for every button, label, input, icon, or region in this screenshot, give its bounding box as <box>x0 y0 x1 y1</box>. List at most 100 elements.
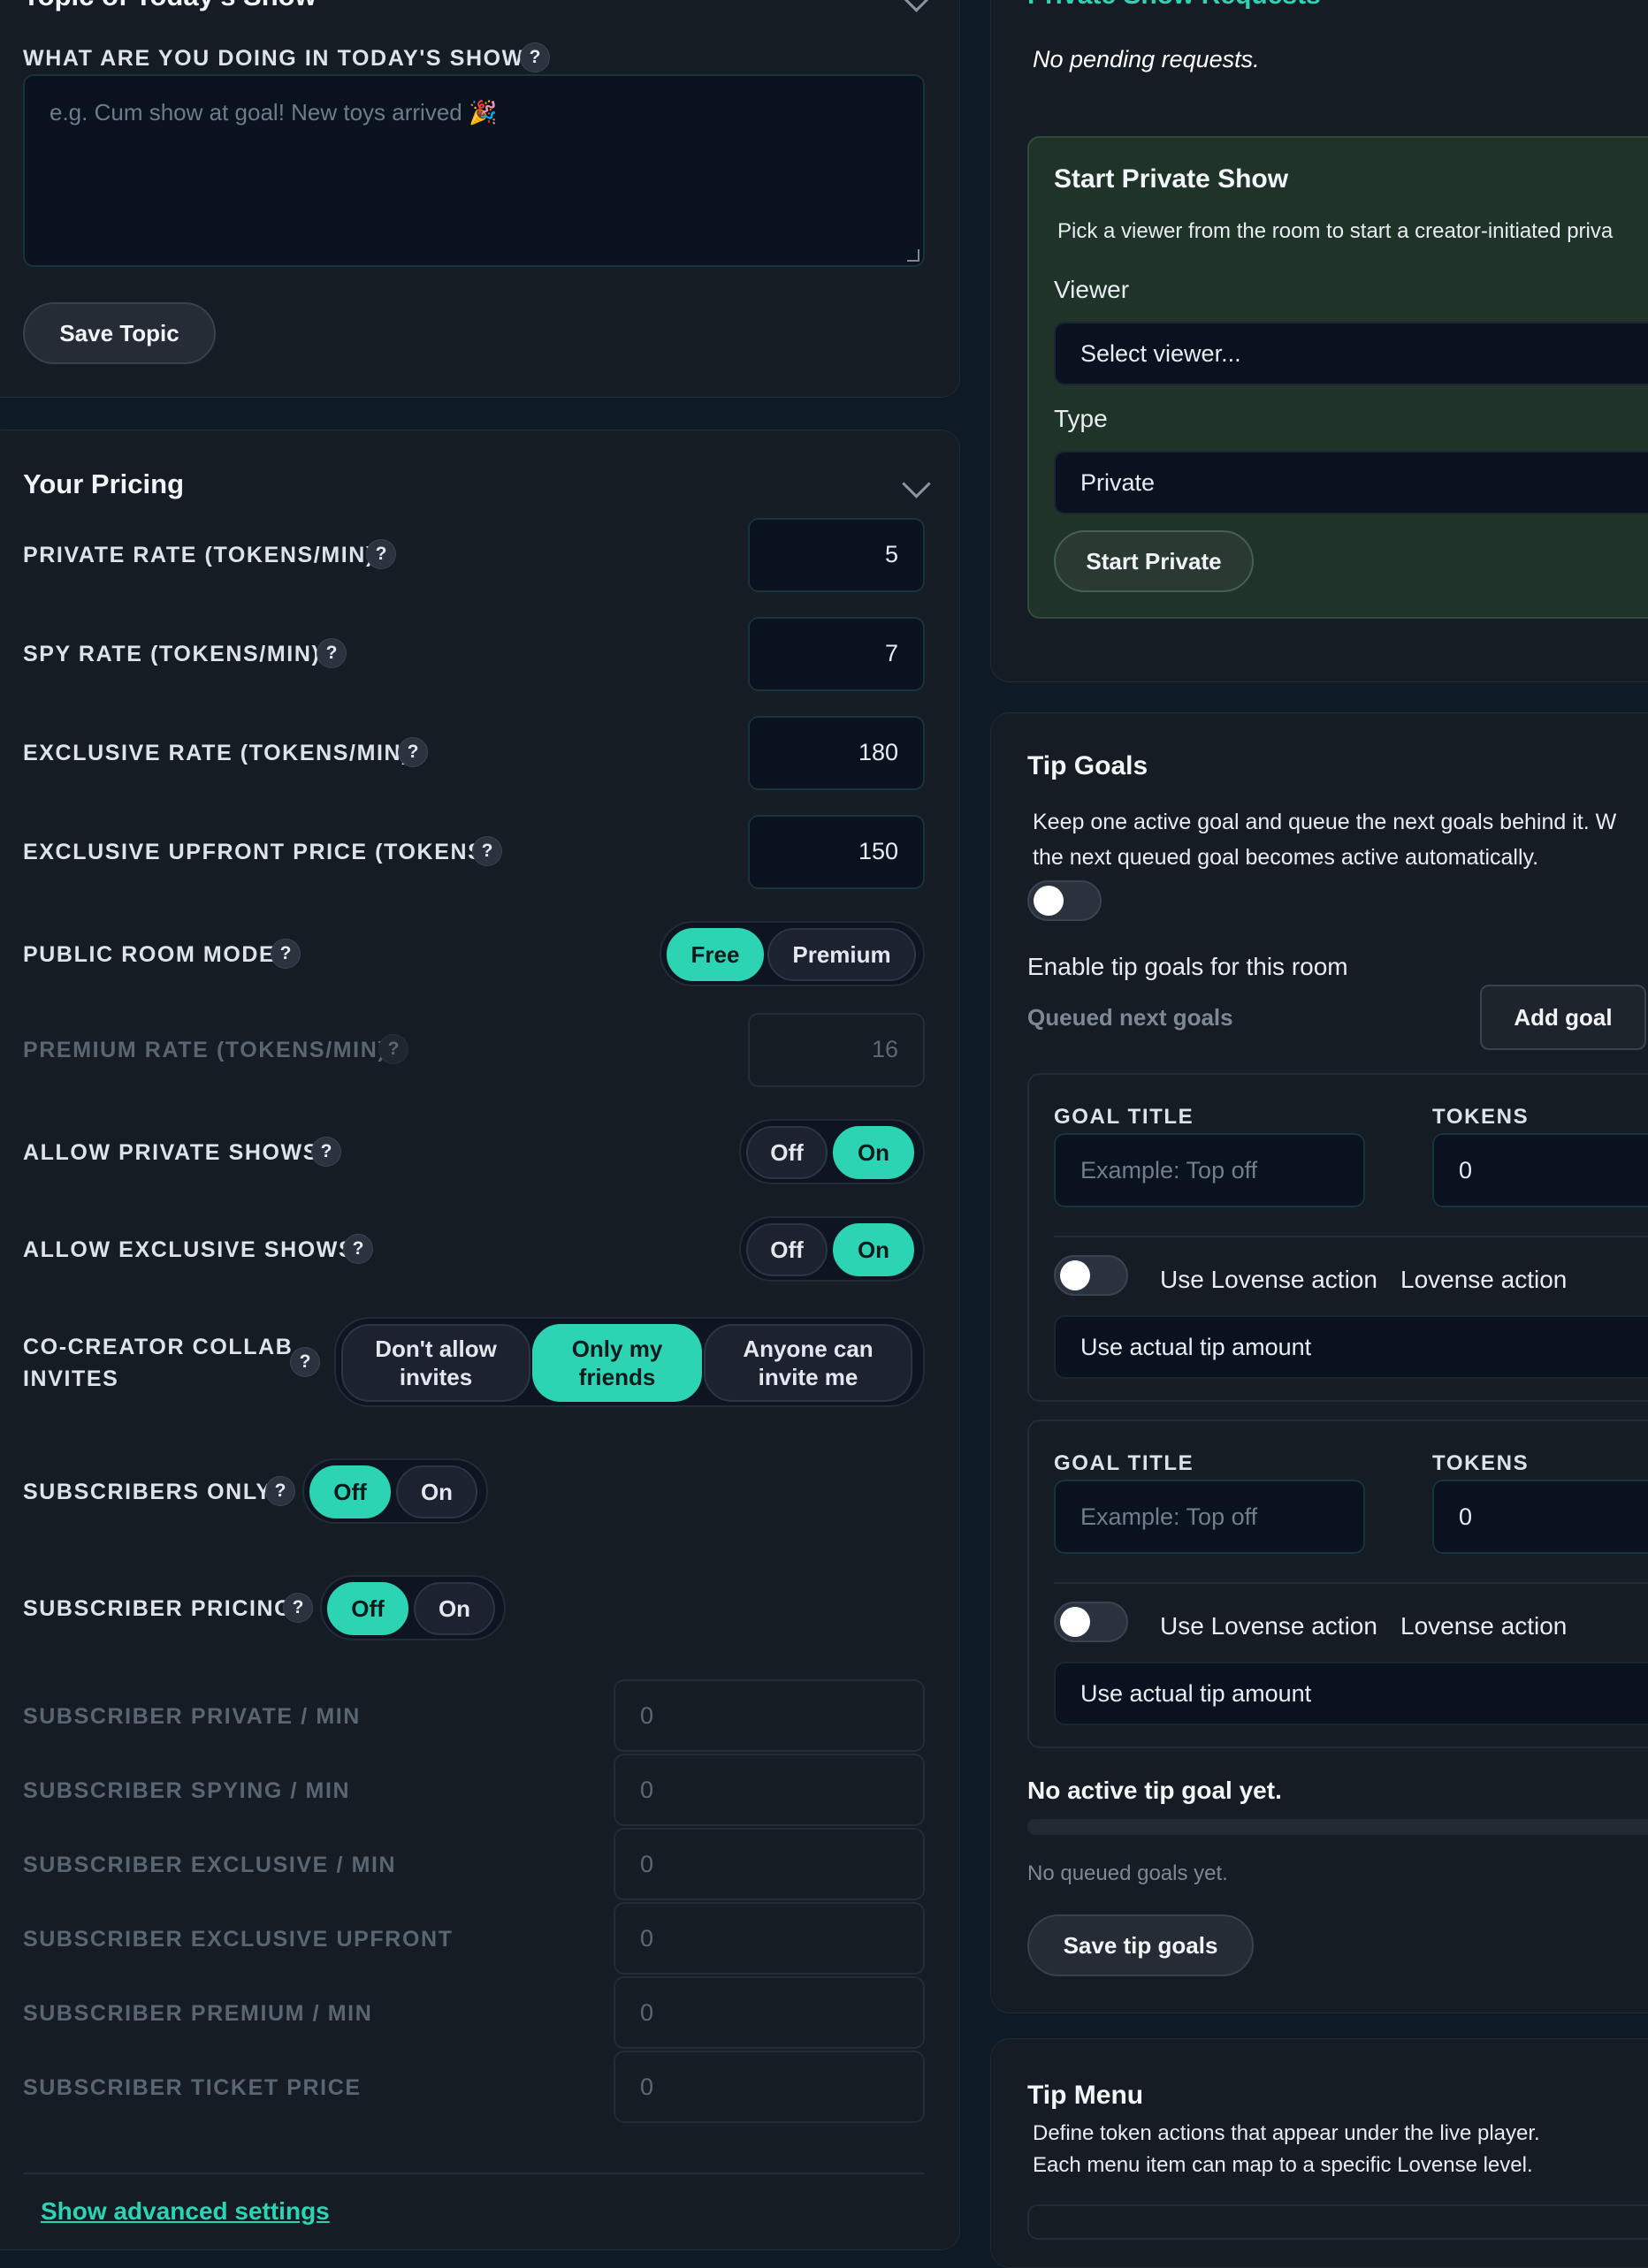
sub-premium-input: 0 <box>614 1976 925 2049</box>
subscriber-pricing-label: SUBSCRIBER PRICING <box>23 1596 294 1621</box>
help-icon[interactable]: ? <box>398 737 428 767</box>
topic-question-label: WHAT ARE YOU DOING IN TODAY'S SHOW? <box>23 46 539 71</box>
no-pending-requests: No pending requests. <box>1033 46 1260 72</box>
help-icon[interactable]: ? <box>265 1476 295 1506</box>
collab-only-friends-line1: Only my <box>571 1336 663 1362</box>
subscribers-only-on[interactable]: On <box>396 1465 477 1518</box>
exclusive-upfront-label: EXCLUSIVE UPFRONT PRICE (TOKENS) <box>23 840 493 864</box>
collab-invites-label-line1: CO-CREATOR COLLAB <box>23 1335 294 1359</box>
save-topic-button[interactable]: Save Topic <box>23 302 216 364</box>
help-icon[interactable]: ? <box>271 939 301 969</box>
public-room-mode-label: PUBLIC ROOM MODE <box>23 942 276 967</box>
use-lovense-label: Use Lovense action <box>1160 1612 1377 1640</box>
mode-free-option[interactable]: Free <box>667 928 764 981</box>
allow-exclusive-toggle: Off On <box>739 1216 925 1282</box>
help-icon[interactable]: ? <box>290 1347 320 1377</box>
collab-anyone-option[interactable]: Anyone can invite me <box>704 1324 912 1402</box>
sub-private-input: 0 <box>614 1679 925 1752</box>
sub-private-label: SUBSCRIBER PRIVATE / MIN <box>23 1704 361 1729</box>
subscribers-only-label: SUBSCRIBERS ONLY <box>23 1480 272 1504</box>
collab-invites-label-line2: INVITES <box>23 1366 119 1391</box>
collab-anyone-line1: Anyone can <box>743 1336 874 1362</box>
divider <box>1054 1582 1648 1584</box>
goal-title-input[interactable]: Example: Top off <box>1054 1480 1365 1554</box>
private-requests-title: Private Show Requests <box>1027 0 1321 11</box>
tokens-label: TOKENS <box>1432 1451 1530 1475</box>
divider <box>1054 1236 1648 1237</box>
collab-invites-toggle: Don't allow invites Only my friends Anyo… <box>334 1317 925 1407</box>
toggle-knob <box>1060 1260 1090 1290</box>
pricing-title: Your Pricing <box>23 468 185 499</box>
allow-exclusive-on[interactable]: On <box>833 1223 914 1276</box>
allow-private-on[interactable]: On <box>833 1126 914 1179</box>
resize-handle-icon[interactable] <box>907 249 919 262</box>
sub-ticket-label: SUBSCRIBER TICKET PRICE <box>23 2075 362 2100</box>
lovense-action-toggle[interactable] <box>1054 1602 1128 1642</box>
sub-exclusive-input: 0 <box>614 1828 925 1900</box>
enable-tip-goals-label: Enable tip goals for this room <box>1027 953 1348 980</box>
save-tip-goals-button[interactable]: Save tip goals <box>1027 1914 1254 1976</box>
exclusive-rate-label: EXCLUSIVE RATE (TOKENS/MIN) <box>23 741 411 765</box>
mode-premium-option[interactable]: Premium <box>767 928 916 981</box>
private-rate-input[interactable]: 5 <box>748 518 925 592</box>
collab-anyone-line2: invite me <box>758 1364 858 1390</box>
allow-private-off[interactable]: Off <box>746 1126 828 1179</box>
help-icon[interactable]: ? <box>317 638 347 668</box>
advanced-settings-link[interactable]: Show advanced settings <box>41 2197 330 2226</box>
tip-goals-description-line2: the next queued goal becomes active auto… <box>1033 845 1539 870</box>
sub-spying-label: SUBSCRIBER SPYING / MIN <box>23 1778 351 1803</box>
premium-rate-input: 16 <box>748 1013 925 1087</box>
goal-title-label: GOAL TITLE <box>1054 1451 1194 1475</box>
help-icon: ? <box>378 1034 408 1064</box>
subscriber-pricing-on[interactable]: On <box>414 1582 495 1635</box>
divider <box>23 2173 925 2174</box>
start-private-button[interactable]: Start Private <box>1054 530 1254 592</box>
collab-only-friends-line2: friends <box>578 1364 656 1390</box>
exclusive-upfront-input[interactable]: 150 <box>748 815 925 889</box>
help-icon[interactable]: ? <box>472 836 502 866</box>
sub-ticket-input: 0 <box>614 2051 925 2123</box>
goal-progress-bar <box>1027 1819 1648 1835</box>
tip-goals-description-line1: Keep one active goal and queue the next … <box>1033 810 1617 834</box>
add-goal-button[interactable]: Add goal <box>1480 985 1646 1050</box>
allow-exclusive-label: ALLOW EXCLUSIVE SHOWS <box>23 1237 355 1262</box>
tip-amount-select[interactable]: Use actual tip amount <box>1054 1662 1648 1725</box>
collab-only-friends-option[interactable]: Only my friends <box>532 1324 702 1402</box>
goal-tokens-input[interactable]: 0 <box>1432 1480 1648 1554</box>
tokens-label: TOKENS <box>1432 1105 1530 1129</box>
tip-menu-item-row <box>1027 2204 1648 2240</box>
subscriber-pricing-off[interactable]: Off <box>327 1582 408 1635</box>
subscribers-only-toggle: Off On <box>302 1458 488 1524</box>
exclusive-rate-input[interactable]: 180 <box>748 716 925 790</box>
enable-tip-goals-toggle[interactable] <box>1027 880 1102 921</box>
tip-amount-select[interactable]: Use actual tip amount <box>1054 1315 1648 1379</box>
private-rate-label: PRIVATE RATE (TOKENS/MIN) <box>23 543 375 567</box>
goal-title-label: GOAL TITLE <box>1054 1105 1194 1129</box>
sub-exclusive-label: SUBSCRIBER EXCLUSIVE / MIN <box>23 1853 397 1877</box>
help-icon[interactable]: ? <box>343 1234 373 1264</box>
collab-dont-allow-option[interactable]: Don't allow invites <box>341 1324 530 1402</box>
queued-goals-label: Queued next goals <box>1027 1004 1233 1031</box>
no-queued-goals: No queued goals yet. <box>1027 1861 1228 1885</box>
help-icon[interactable]: ? <box>520 42 550 72</box>
goal-tokens-input[interactable]: 0 <box>1432 1133 1648 1207</box>
spy-rate-label: SPY RATE (TOKENS/MIN) <box>23 642 321 666</box>
use-lovense-label: Use Lovense action <box>1160 1266 1377 1293</box>
toggle-knob <box>1034 886 1064 916</box>
help-icon[interactable]: ? <box>366 539 396 569</box>
viewer-select[interactable]: Select viewer... <box>1054 322 1648 385</box>
sub-premium-label: SUBSCRIBER PREMIUM / MIN <box>23 2001 373 2026</box>
spy-rate-input[interactable]: 7 <box>748 617 925 691</box>
topic-textarea[interactable]: e.g. Cum show at goal! New toys arrived … <box>23 74 925 267</box>
help-icon[interactable]: ? <box>311 1137 341 1167</box>
collab-dont-allow-line1: Don't allow <box>375 1336 497 1362</box>
help-icon[interactable]: ? <box>283 1593 313 1623</box>
goal-title-input[interactable]: Example: Top off <box>1054 1133 1365 1207</box>
subscribers-only-off[interactable]: Off <box>309 1465 391 1518</box>
topic-title: Topic of Today's Show <box>23 0 317 12</box>
collab-dont-allow-line2: invites <box>399 1364 473 1390</box>
lovense-action-toggle[interactable] <box>1054 1255 1128 1296</box>
allow-exclusive-off[interactable]: Off <box>746 1223 828 1276</box>
no-active-goal: No active tip goal yet. <box>1027 1777 1282 1804</box>
type-select[interactable]: Private <box>1054 451 1648 514</box>
